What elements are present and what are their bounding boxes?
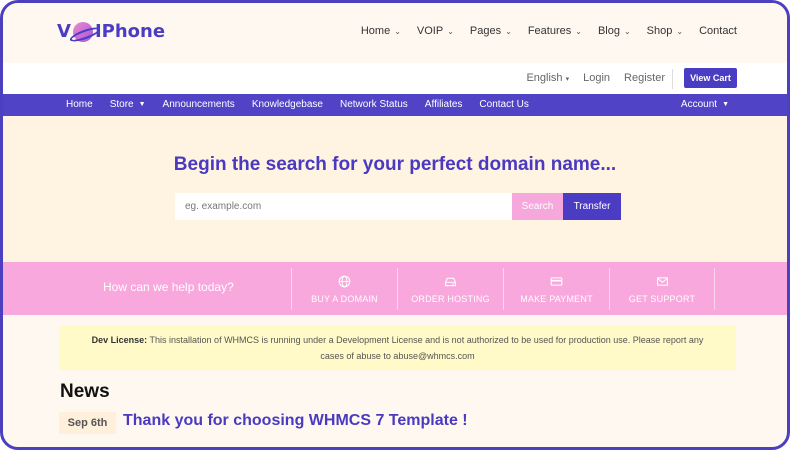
chevron-down-icon: ⌄ <box>505 26 512 36</box>
user-bar: English ▾ Login Register View Cart <box>3 63 787 94</box>
transfer-button[interactable]: Transfer <box>563 193 621 220</box>
main-nav: Home ⌄ VOIP ⌄ Pages ⌄ Features ⌄ Blog ⌄ Shop ⌄… <box>361 25 737 37</box>
main-nav-label: Shop <box>646 25 673 37</box>
client-nav-network-status[interactable]: Network Status <box>340 99 408 110</box>
help-bar: How can we help today? BUY A DOMAIN ORDE… <box>3 262 787 315</box>
globe-icon <box>338 275 351 287</box>
main-nav-label: Blog <box>597 25 620 37</box>
get-support-button[interactable]: GET SUPPORT <box>609 268 715 310</box>
action-label: MAKE PAYMENT <box>520 293 593 304</box>
credit-card-icon <box>550 276 563 286</box>
main-nav-label: Features <box>527 25 572 37</box>
main-nav-blog[interactable]: Blog ⌄ <box>598 25 631 37</box>
client-nav-label: Affiliates <box>424 99 463 110</box>
news-headline-link[interactable]: Thank you for choosing WHMCS 7 Template … <box>123 412 468 430</box>
client-nav-home[interactable]: Home <box>66 99 93 110</box>
client-nav-affiliates[interactable]: Affiliates <box>425 99 463 110</box>
client-nav-label: Network Status <box>339 99 408 110</box>
client-nav-label: Home <box>66 99 93 110</box>
language-label: English <box>526 72 563 84</box>
chevron-down-icon: ⌄ <box>394 26 401 36</box>
client-nav-knowledgebase[interactable]: Knowledgebase <box>252 99 323 110</box>
news-heading: News <box>60 381 110 402</box>
view-cart-button[interactable]: View Cart <box>684 68 737 88</box>
client-nav-label: Contact Us <box>479 99 529 110</box>
main-nav-shop[interactable]: Shop ⌄ <box>647 25 683 37</box>
main-nav-label: VOIP <box>416 25 444 37</box>
main-nav-features[interactable]: Features ⌄ <box>528 25 582 37</box>
dev-license-notice: Dev License: This installation of WHMCS … <box>59 326 736 370</box>
buy-domain-button[interactable]: BUY A DOMAIN <box>291 268 397 310</box>
main-nav-label: Pages <box>469 25 502 37</box>
client-nav-left: Home Store ▼ Announcements Knowledgebase … <box>66 99 529 110</box>
divider <box>672 69 673 89</box>
order-hosting-button[interactable]: ORDER HOSTING <box>397 268 503 310</box>
client-nav-contact-us[interactable]: Contact Us <box>479 99 528 110</box>
site-logo[interactable]: V IPhone <box>57 21 165 42</box>
client-nav-announcements[interactable]: Announcements <box>163 99 235 110</box>
dev-license-text: This installation of WHMCS is running un… <box>149 335 704 361</box>
chevron-down-icon: ⌄ <box>575 26 582 36</box>
main-nav-voip[interactable]: VOIP ⌄ <box>417 25 454 37</box>
top-header: V IPhone Home ⌄ VOIP ⌄ Pages ⌄ Features ⌄ Bl… <box>3 3 787 63</box>
client-nav-label: Announcements <box>162 99 235 110</box>
chevron-down-icon: ⌄ <box>447 26 454 36</box>
dev-license-label: Dev License: <box>91 335 148 345</box>
main-nav-label: Home <box>360 25 391 37</box>
browser-frame: V IPhone Home ⌄ VOIP ⌄ Pages ⌄ Features ⌄ Bl… <box>0 0 790 450</box>
action-label: BUY A DOMAIN <box>311 293 378 304</box>
make-payment-button[interactable]: MAKE PAYMENT <box>503 268 609 310</box>
language-selector[interactable]: English ▾ <box>526 72 569 84</box>
client-nav-label: Account <box>680 99 718 110</box>
hero-title: Begin the search for your perfect domain… <box>173 154 617 175</box>
main-nav-home[interactable]: Home ⌄ <box>361 25 401 37</box>
caret-down-icon: ▼ <box>138 101 146 108</box>
login-link[interactable]: Login <box>583 72 610 84</box>
action-label: ORDER HOSTING <box>411 293 490 304</box>
help-question: How can we help today? <box>103 280 234 294</box>
chevron-down-icon: ⌄ <box>623 26 631 36</box>
main-nav-label: Contact <box>699 25 737 37</box>
domain-search-input[interactable]: eg. example.com <box>175 193 512 220</box>
server-icon <box>445 277 456 286</box>
help-actions: BUY A DOMAIN ORDER HOSTING MAKE PAYMENT … <box>291 268 715 310</box>
planet-icon <box>72 21 93 42</box>
main-nav-contact[interactable]: Contact <box>699 25 737 37</box>
search-button[interactable]: Search <box>512 193 563 220</box>
caret-down-icon: ▾ <box>565 76 570 83</box>
register-link[interactable]: Register <box>624 72 665 84</box>
logo-text: IPhone <box>94 21 166 42</box>
domain-search-hero: Begin the search for your perfect domain… <box>3 116 787 262</box>
client-nav: Home Store ▼ Announcements Knowledgebase … <box>3 94 787 116</box>
client-nav-label: Store <box>109 99 134 110</box>
action-label: GET SUPPORT <box>628 293 696 304</box>
news-date-badge: Sep 6th <box>59 412 116 434</box>
chevron-down-icon: ⌄ <box>676 26 684 36</box>
user-links: English ▾ Login Register <box>526 72 665 84</box>
client-nav-label: Knowledgebase <box>251 99 323 110</box>
client-nav-account[interactable]: Account ▼ <box>681 99 729 110</box>
envelope-icon <box>656 276 668 286</box>
caret-down-icon: ▼ <box>722 101 729 108</box>
main-nav-pages[interactable]: Pages ⌄ <box>470 25 512 37</box>
client-nav-store[interactable]: Store ▼ <box>110 99 146 110</box>
